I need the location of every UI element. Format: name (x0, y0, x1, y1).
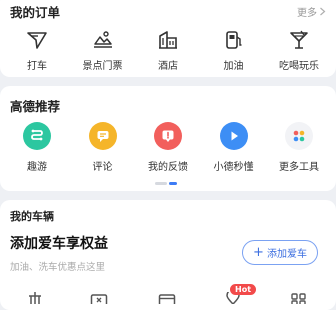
order-item-scenic-ticket[interactable]: 景点门票 (78, 28, 128, 72)
add-car-button[interactable]: + 添加爱车 (242, 240, 318, 265)
order-item-taxi[interactable]: 打车 (12, 28, 62, 72)
page-indicator (155, 182, 177, 185)
recommend-item-feedback[interactable]: 我的反馈 (143, 122, 193, 173)
add-car-subtitle: 加油、洗车优惠点这里 (10, 262, 106, 273)
ticket-icon[interactable] (90, 292, 108, 304)
page-dot-active (169, 182, 177, 185)
card-icon[interactable] (158, 292, 176, 304)
hot-badge: Hot (230, 284, 257, 295)
amap-recommend-card: 高德推荐 趣游 评论 我的反馈 小德秒懂 更多工具 (0, 86, 336, 191)
more-orders-link[interactable]: 更多 (297, 4, 326, 19)
order-item-fuel[interactable]: 加油 (209, 28, 259, 72)
recommend-item-label: 趣游 (27, 162, 47, 173)
cocktail-icon (287, 28, 311, 52)
recommend-item-more-tools[interactable]: 更多工具 (274, 122, 324, 173)
order-item-food-fun[interactable]: 吃喝玩乐 (274, 28, 324, 72)
order-item-label: 吃喝玩乐 (279, 61, 319, 72)
add-car-label: 添加爱车 (266, 249, 307, 260)
page-dot (155, 182, 167, 185)
fun-travel-icon (23, 122, 51, 150)
recommend-item-fun-travel[interactable]: 趣游 (12, 122, 62, 173)
order-item-label: 酒店 (158, 61, 178, 72)
chevron-right-icon (320, 7, 326, 16)
recommend-item-label: 评论 (92, 162, 113, 173)
grid-icon[interactable] (290, 292, 308, 304)
comment-icon (88, 122, 117, 150)
order-item-label: 打车 (27, 61, 47, 72)
order-item-label: 景点门票 (82, 61, 123, 72)
recommend-title: 高德推荐 (10, 99, 61, 114)
more-label: 更多 (297, 8, 317, 19)
add-car-headline: 添加爱车享权益 (10, 236, 108, 252)
my-vehicles-card: 我的车辆 添加爱车享权益 加油、洗车优惠点这里 + 添加爱车 Hot (0, 200, 336, 310)
bottom-tools-row: Hot (0, 284, 336, 304)
feedback-icon (154, 122, 182, 150)
recommend-item-comment[interactable]: 评论 (78, 122, 128, 173)
scenic-ticket-icon (91, 28, 115, 52)
recommend-item-label: 小德秒懂 (213, 162, 254, 173)
gift-icon[interactable] (26, 292, 44, 304)
my-orders-title: 我的订单 (10, 5, 61, 20)
my-orders-card: 我的订单 更多 打车 景点门票 酒店 加油 吃喝玩乐 (0, 0, 336, 77)
fuel-pump-icon (222, 28, 246, 52)
play-icon (219, 122, 248, 150)
recommend-item-xiaode[interactable]: 小德秒懂 (209, 122, 259, 173)
hotel-icon (156, 28, 180, 52)
plus-icon: + (253, 245, 264, 260)
recommend-item-label: 更多工具 (279, 162, 319, 173)
taxi-icon (25, 28, 49, 52)
order-item-label: 加油 (223, 61, 244, 72)
my-vehicles-title: 我的车辆 (10, 210, 54, 223)
more-tools-icon (285, 122, 313, 150)
recommend-item-label: 我的反馈 (148, 162, 188, 173)
order-item-hotel[interactable]: 酒店 (143, 28, 193, 72)
